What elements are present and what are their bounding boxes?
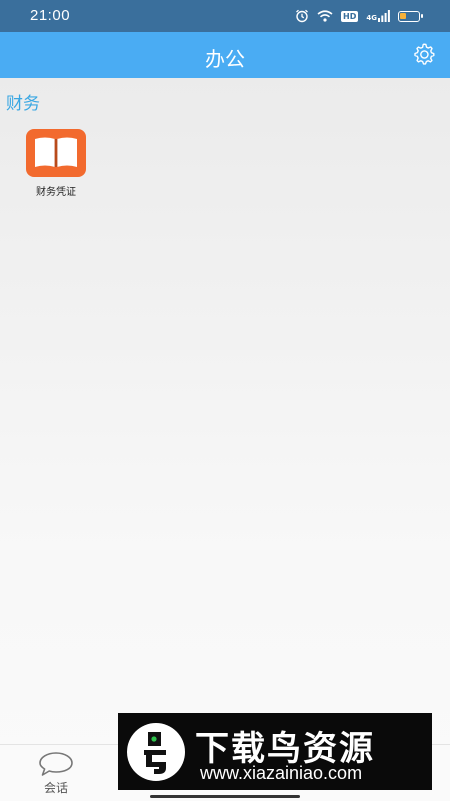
battery-icon [398,10,423,22]
home-indicator [150,795,300,798]
app-icon-tile [26,129,86,177]
book-icon [35,137,77,167]
watermark-url: www.xiazainiao.com [200,763,363,783]
signal-icon: 4G [366,10,390,22]
bird-logo-icon [127,723,185,781]
status-icons: HD 4G [295,8,423,24]
gear-icon [414,43,435,65]
hd-icon: HD [341,10,359,22]
status-time: 21:00 [30,7,71,24]
nav-item-conversations[interactable]: 会话 [0,745,112,801]
wifi-icon [317,10,333,22]
status-bar: 21:00 HD 4G [0,0,450,32]
app-label: 财务凭证 [36,187,76,198]
nav-label-conversations: 会话 [43,781,68,795]
app-finance-voucher[interactable]: 财务凭证 [22,129,90,198]
section-title-finance: 财务 [6,94,40,114]
alarm-icon [296,9,308,23]
battery-fill [400,12,406,19]
chat-bubble-icon [39,752,73,776]
app-header: 办公 [0,32,450,78]
watermark-banner: 下载鸟资源 www.xiazainiao.com [118,713,432,790]
page-title: 办公 [205,47,245,71]
settings-button[interactable] [412,42,436,66]
network-type-label: 4G [366,14,377,22]
